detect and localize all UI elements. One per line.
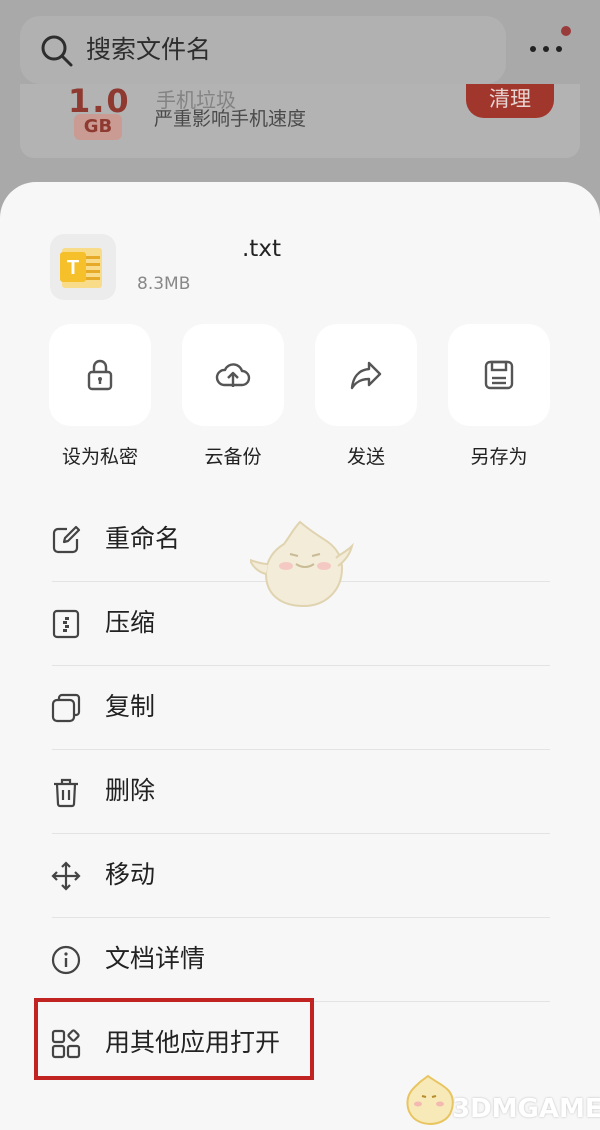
background-app: 搜索文件名 1.0 GB 手机垃圾 严重影响手机速度 清理 <box>0 0 600 200</box>
move-icon <box>51 861 81 891</box>
lock-icon <box>87 359 113 391</box>
more-options-button[interactable] <box>524 34 568 64</box>
file-header: T .txt 8.3MB <box>0 182 600 322</box>
menu-item-label: 删除 <box>105 776 156 805</box>
zip-icon <box>52 609 80 639</box>
quick-action-label: 设为私密 <box>61 446 138 468</box>
quick-action-private[interactable]: 设为私密 <box>40 324 160 474</box>
quick-action-tile[interactable] <box>182 324 284 426</box>
trash-icon <box>54 778 78 808</box>
copy-icon <box>51 693 81 723</box>
quick-action-label: 另存为 <box>470 446 528 468</box>
clean-button[interactable]: 清理 <box>466 84 554 118</box>
file-thumbnail: T <box>50 234 116 300</box>
menu-item-delete[interactable]: 删除 <box>0 750 600 834</box>
quick-action-send[interactable]: 发送 <box>306 324 426 474</box>
notification-dot <box>561 26 571 36</box>
menu-item-label: 文档详情 <box>105 944 206 973</box>
menu-item-label: 移动 <box>105 860 156 889</box>
search-bar[interactable]: 搜索文件名 <box>20 16 506 84</box>
logo-mascot-icon <box>406 1074 454 1125</box>
search-placeholder: 搜索文件名 <box>86 35 212 64</box>
quick-action-tile[interactable] <box>315 324 417 426</box>
quick-action-save-as[interactable]: 另存为 <box>439 324 559 474</box>
quick-actions: 设为私密 云备份 发送 另存为 <box>0 324 600 474</box>
junk-description: 严重影响手机速度 <box>154 108 307 130</box>
cloud-upload-icon <box>215 363 251 387</box>
menu-item-move[interactable]: 移动 <box>0 834 600 918</box>
mascot-watermark-icon <box>250 520 354 608</box>
save-icon <box>484 360 514 390</box>
junk-size-unit: GB <box>74 114 122 140</box>
share-arrow-icon <box>350 361 382 390</box>
file-size: 8.3MB <box>137 274 191 294</box>
file-icon-letter: T <box>67 257 79 279</box>
highlight-annotation <box>34 998 314 1080</box>
txt-file-icon: T <box>60 248 102 288</box>
menu-item-label: 复制 <box>105 692 156 721</box>
quick-action-tile[interactable] <box>49 324 151 426</box>
junk-card: 1.0 GB 手机垃圾 严重影响手机速度 清理 <box>20 82 580 158</box>
quick-action-label: 云备份 <box>204 446 262 468</box>
quick-action-tile[interactable] <box>448 324 550 426</box>
file-name: .txt <box>242 236 281 262</box>
info-icon <box>51 945 81 975</box>
edit-icon <box>52 525 81 554</box>
menu-item-label: 重命名 <box>105 524 181 553</box>
file-actions-sheet: T .txt 8.3MB 设为私密 云备份 发送 另存为 重命名 压缩 复制 删… <box>0 182 600 1130</box>
more-dot-icon <box>543 46 549 52</box>
quick-action-label: 发送 <box>346 446 385 468</box>
menu-item-label: 压缩 <box>105 608 156 637</box>
more-dot-icon <box>556 46 562 52</box>
search-icon <box>41 35 73 67</box>
menu-item-details[interactable]: 文档详情 <box>0 918 600 1002</box>
more-dot-icon <box>530 46 536 52</box>
quick-action-cloud-backup[interactable]: 云备份 <box>173 324 293 474</box>
watermark-text: 3DMGAME <box>452 1094 600 1124</box>
menu-item-copy[interactable]: 复制 <box>0 666 600 750</box>
